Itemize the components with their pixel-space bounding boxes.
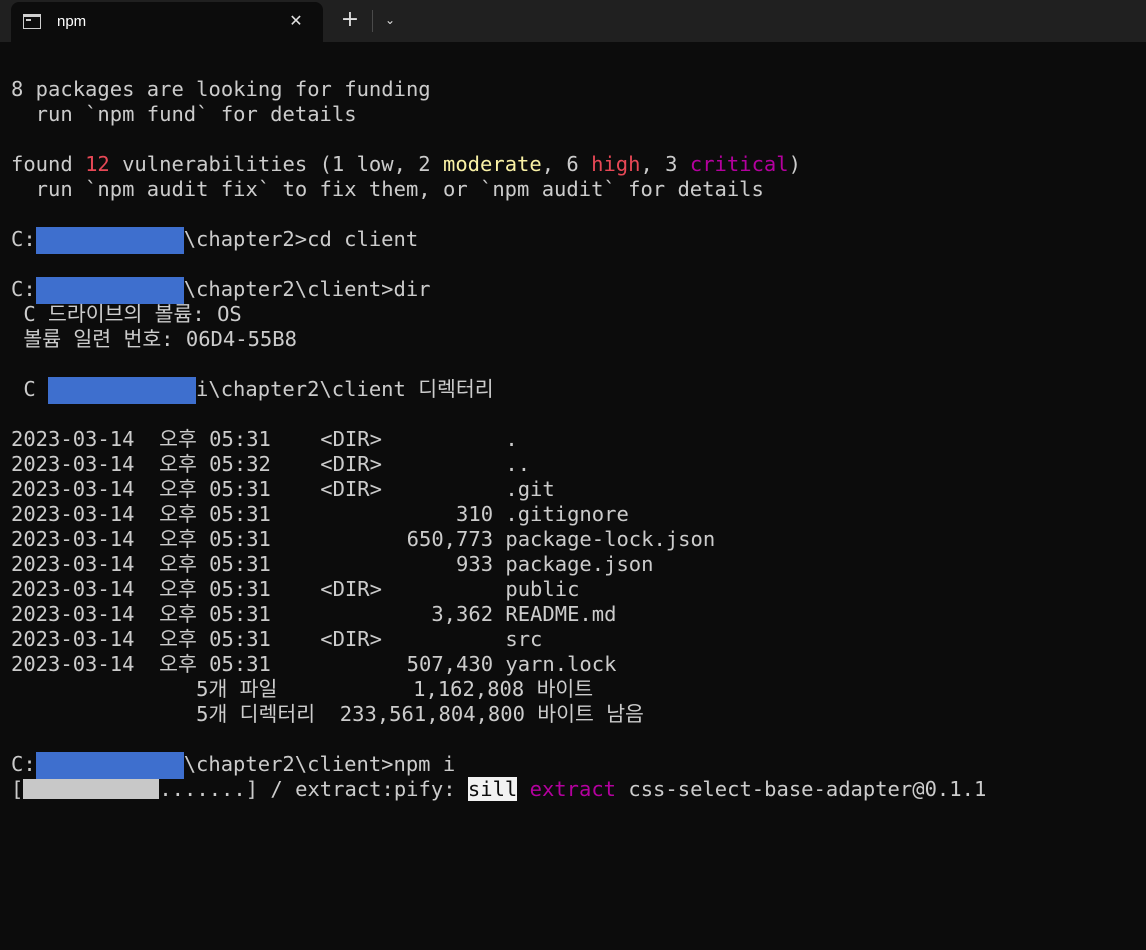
progress-bar-fill (23, 779, 160, 799)
vulnerabilities-line: found 12 vulnerabilities (1 low, 2 moder… (11, 152, 1136, 177)
log-action: extract (529, 777, 617, 801)
volume-label-line: C 드라이브의 볼륨: OS (11, 302, 242, 326)
listing-row: 2023-03-14 오후 05:31 933 package.json (11, 552, 654, 576)
prompt-command: \chapter2\client>npm i (183, 752, 456, 776)
prompt-command: \chapter2\client>dir (183, 277, 431, 301)
progress-space (517, 777, 529, 801)
log-level-badge: sill (467, 777, 518, 801)
dir-path: i\chapter2\client 디렉터리 (196, 377, 494, 401)
listing-row: 2023-03-14 오후 05:31 3,362 README.md (11, 602, 617, 626)
tab-title: npm (57, 13, 87, 30)
listing-row: 2023-03-14 오후 05:31 <DIR> .git (11, 477, 555, 501)
prompt-line-dir: C: \chapter2\client>dir (11, 277, 1136, 304)
vuln-pre: found (11, 152, 86, 176)
vuln-high: high (591, 152, 641, 176)
chevron-down-icon[interactable]: ⌄ (380, 9, 400, 31)
volume-serial-line: 볼륨 일련 번호: 06D4-55B8 (11, 327, 297, 351)
vuln-mid1: vulnerabilities (1 low, 2 (109, 152, 443, 176)
funding-hint-line: run `npm fund` for details (11, 102, 357, 126)
vuln-critical: critical (689, 152, 789, 176)
terminal-output[interactable]: 8 packages are looking for funding run `… (11, 77, 1136, 937)
title-bar: npm ✕ + ⌄ (0, 0, 1146, 42)
prompt-prefix: C: (11, 752, 36, 776)
listing-row: 2023-03-14 오후 05:31 <DIR> src (11, 627, 543, 651)
prompt-line-cd: C: \chapter2>cd client (11, 227, 1136, 254)
files-summary-line: 5개 파일 1,162,808 바이트 (11, 677, 594, 701)
directory-of-line: C i\chapter2\client 디렉터리 (11, 377, 1136, 404)
listing-row: 2023-03-14 오후 05:31 <DIR> public (11, 577, 580, 601)
redacted-path (35, 752, 184, 779)
prompt-command: \chapter2>cd client (183, 227, 419, 251)
audit-fix-line: run `npm audit fix` to fix them, or `npm… (11, 177, 764, 201)
redacted-path (48, 377, 197, 404)
vuln-mid3: , 3 (640, 152, 690, 176)
funding-line: 8 packages are looking for funding (11, 77, 431, 101)
progress-dots: .......] / extract:pify: (159, 777, 468, 801)
npm-progress-line: [ .......] / extract:pify: sill extract c… (11, 777, 1136, 802)
prompt-line-npm-install: C: \chapter2\client>npm i (11, 752, 1136, 779)
prompt-prefix: C: (11, 277, 36, 301)
vuln-count: 12 (85, 152, 110, 176)
dirs-summary-line: 5개 디렉터리 233,561,804,800 바이트 남음 (11, 702, 644, 726)
progress-open: [ (11, 777, 24, 801)
redacted-path (35, 227, 184, 254)
terminal-icon (23, 14, 41, 29)
log-target: css-select-base-adapter@0.1.1 (616, 777, 987, 801)
vuln-moderate: moderate (443, 152, 542, 176)
dir-prefix: C (11, 377, 49, 401)
listing-row: 2023-03-14 오후 05:31 650,773 package-lock… (11, 527, 716, 551)
prompt-prefix: C: (11, 227, 36, 251)
vuln-mid2: , 6 (541, 152, 592, 176)
listing-row: 2023-03-14 오후 05:31 <DIR> . (11, 427, 518, 451)
tab-npm[interactable]: npm ✕ (11, 2, 323, 42)
redacted-path (35, 277, 184, 304)
close-icon[interactable]: ✕ (285, 10, 307, 32)
titlebar-divider (372, 10, 373, 32)
listing-row: 2023-03-14 오후 05:31 507,430 yarn.lock (11, 652, 617, 676)
plus-icon[interactable]: + (338, 8, 362, 32)
listing-row: 2023-03-14 오후 05:31 310 .gitignore (11, 502, 629, 526)
listing-row: 2023-03-14 오후 05:32 <DIR> .. (11, 452, 531, 476)
vuln-post: ) (788, 152, 801, 176)
